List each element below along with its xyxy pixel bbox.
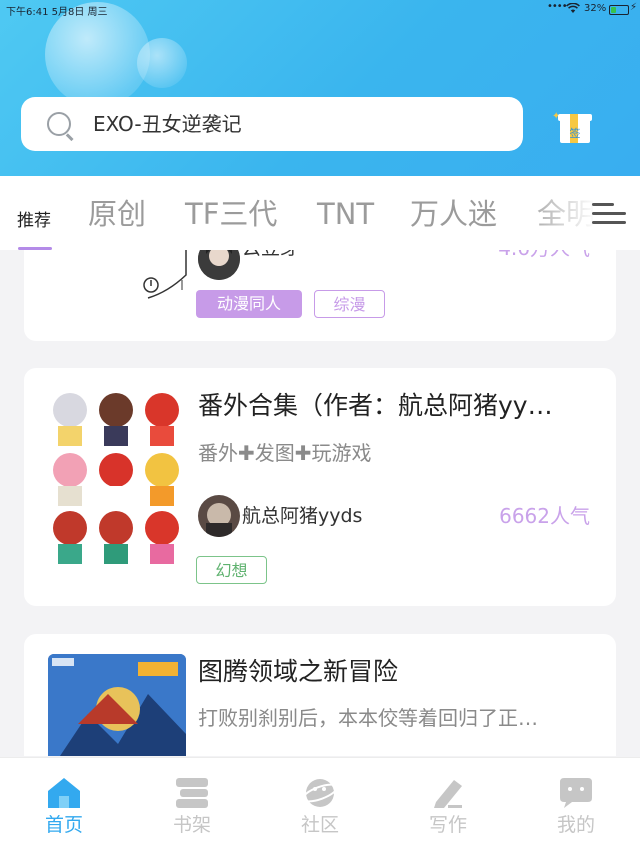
tabbar-label: 写作 (428, 814, 467, 836)
wifi-icon (566, 2, 580, 17)
tabbar-label: 首页 (44, 814, 83, 836)
novel-description: 打败别刹别后，本本佼等着回归了正… (198, 706, 538, 730)
tab-everyone-fan[interactable]: 万人迷 (410, 196, 497, 232)
search-icon-handle (66, 133, 74, 141)
novel-cover (48, 654, 186, 756)
bottom-tab-bar: 首页 书架 社区 写作 我的 (0, 757, 640, 854)
tabbar-home[interactable]: 首页 (0, 758, 128, 854)
author-name[interactable]: 航总阿猪yyds (242, 502, 362, 530)
category-tabs: 推荐 原创 TF三代 TNT 万人迷 全明 (0, 176, 640, 250)
novel-feed[interactable]: 云豆芽 4.6万人气 动漫同人 综漫 番外合集（作者：航总阿猪yy… 番外✚发图… (0, 250, 640, 756)
novel-cover (48, 388, 186, 568)
novel-card[interactable]: 番外合集（作者：航总阿猪yy… 番外✚发图✚玩游戏 航总阿猪yyds 6662人… (24, 368, 616, 606)
header: 下午6:41 5月8日 周三 •••• 32% ⚡ EXO-丑女逆袭记 ✦ 签 (0, 0, 640, 176)
charging-icon: ⚡ (630, 2, 638, 13)
avatar[interactable] (198, 250, 240, 280)
sign-in-label: 签 (569, 127, 581, 140)
author-name[interactable]: 云豆芽 (242, 250, 299, 262)
tabbar-write[interactable]: 写作 (384, 758, 512, 854)
novel-cover (48, 250, 188, 310)
tabbar-label: 社区 (300, 814, 339, 836)
decorative-bubble (137, 38, 187, 88)
tag-outline[interactable]: 幻想 (196, 556, 267, 584)
home-icon (46, 776, 82, 810)
novel-description: 番外✚发图✚玩游戏 (198, 441, 372, 465)
battery-level (611, 7, 617, 13)
tab-tnt[interactable]: TNT (317, 196, 374, 232)
novel-card[interactable]: 图腾领域之新冒险 打败别刹别后，本本佼等着回归了正… (24, 634, 616, 756)
planet-icon (301, 776, 339, 810)
tabbar-label: 我的 (556, 814, 595, 836)
sign-in-button[interactable]: ✦ 签 (552, 105, 596, 145)
battery-percent: 32% (584, 3, 607, 14)
pen-icon (430, 776, 466, 810)
novel-title[interactable]: 图腾领域之新冒险 (198, 656, 398, 688)
tabbar-community[interactable]: 社区 (256, 758, 384, 854)
menu-icon[interactable] (592, 201, 626, 227)
bookshelf-icon (174, 776, 210, 810)
chat-bubble-icon (558, 776, 594, 810)
popularity-count: 4.6万人气 (498, 250, 590, 262)
novel-card[interactable]: 云豆芽 4.6万人气 动漫同人 综漫 (24, 250, 616, 341)
tabbar-me[interactable]: 我的 (512, 758, 640, 854)
status-bar: 下午6:41 5月8日 周三 •••• 32% ⚡ (0, 0, 640, 20)
search-input[interactable]: EXO-丑女逆袭记 (93, 110, 242, 138)
avatar[interactable] (198, 495, 240, 537)
tab-original[interactable]: 原创 (88, 196, 146, 232)
tag-outline[interactable]: 综漫 (314, 290, 385, 318)
tabbar-label: 书架 (172, 814, 211, 836)
battery-icon (609, 5, 629, 15)
search-bar[interactable]: EXO-丑女逆袭记 (21, 97, 523, 151)
status-time-date: 下午6:41 5月8日 周三 (6, 7, 108, 18)
popularity-count: 6662人气 (499, 504, 590, 528)
tab-recommend[interactable]: 推荐 (17, 203, 51, 239)
tab-tf-third-gen[interactable]: TF三代 (185, 196, 277, 232)
tag-filled[interactable]: 动漫同人 (196, 290, 302, 318)
tabbar-bookshelf[interactable]: 书架 (128, 758, 256, 854)
novel-title[interactable]: 番外合集（作者：航总阿猪yy… (198, 390, 553, 422)
signal-icon: •••• (547, 1, 568, 12)
